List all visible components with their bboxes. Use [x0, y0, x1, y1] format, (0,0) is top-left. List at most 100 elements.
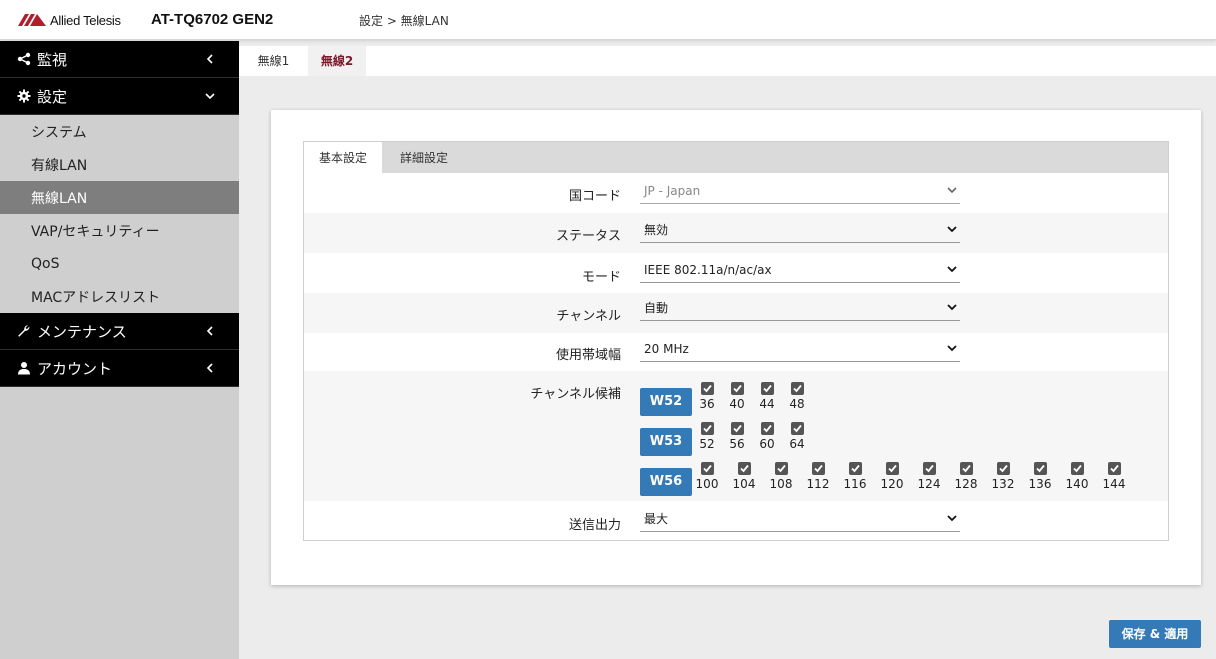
- form-row-country: 国コード JP - Japan: [304, 173, 1168, 213]
- band-w56-button[interactable]: W56: [640, 468, 692, 496]
- settings-form-container: 基本設定 詳細設定 国コード JP - Japan ステータス 無効 モード I…: [303, 141, 1169, 541]
- channel-option: 108: [766, 462, 796, 491]
- channel-number: 40: [729, 397, 745, 411]
- check-icon: [776, 464, 786, 473]
- channel-number: 56: [729, 437, 745, 451]
- channel-number: 104: [732, 477, 756, 491]
- channel-checkbox[interactable]: [959, 462, 973, 475]
- channel-checkbox[interactable]: [700, 462, 714, 475]
- sidebar-subitem-mac-list[interactable]: MACアドレスリスト: [0, 280, 239, 313]
- sidebar-item-label: メンテナンス: [37, 322, 127, 341]
- tx-power-select[interactable]: 最大: [640, 508, 960, 532]
- channel-option: 132: [988, 462, 1018, 491]
- channel-checkbox[interactable]: [760, 382, 774, 395]
- sidebar-item-account[interactable]: アカウント: [0, 350, 239, 387]
- channel-checkbox[interactable]: [922, 462, 936, 475]
- chevron-down-icon: [204, 90, 216, 102]
- channel-checkbox[interactable]: [737, 462, 751, 475]
- user-icon: [16, 360, 32, 376]
- check-icon: [1035, 464, 1045, 473]
- channel-checkbox[interactable]: [848, 462, 862, 475]
- chevron-down-icon: [947, 345, 957, 352]
- sidebar-item-label: 監視: [37, 50, 68, 69]
- check-icon: [702, 424, 712, 433]
- channel-number: 100: [695, 477, 719, 491]
- check-icon: [702, 384, 712, 393]
- check-icon: [924, 464, 934, 473]
- channel-number: 132: [991, 477, 1015, 491]
- channel-checkbox[interactable]: [700, 422, 714, 435]
- channel-checkbox[interactable]: [790, 382, 804, 395]
- tab-advanced-settings[interactable]: 詳細設定: [382, 142, 466, 173]
- band-w53-button[interactable]: W53: [640, 428, 692, 456]
- channel-checkbox[interactable]: [730, 382, 744, 395]
- tab-radio2[interactable]: 無線2: [308, 46, 366, 76]
- channel-option: 40: [722, 382, 752, 411]
- channel-number: 48: [789, 397, 805, 411]
- check-icon: [739, 464, 749, 473]
- channel-option: 144: [1099, 462, 1129, 491]
- check-icon: [1109, 464, 1119, 473]
- channel-number: 108: [769, 477, 793, 491]
- channel-option: 64: [782, 422, 812, 451]
- channel-checkbox[interactable]: [700, 382, 714, 395]
- channel-checkbox[interactable]: [790, 422, 804, 435]
- chevron-left-icon: [204, 325, 216, 337]
- save-apply-button[interactable]: 保存 & 適用: [1109, 620, 1201, 648]
- bandwidth-select[interactable]: 20 MHz: [640, 338, 960, 362]
- sidebar-subitem-vap-security[interactable]: VAP/セキュリティー: [0, 214, 239, 247]
- sidebar-item-monitor[interactable]: 監視: [0, 41, 239, 78]
- radio-tab-bar: 無線1 無線2: [239, 46, 1216, 76]
- channel-number: 124: [917, 477, 941, 491]
- sidebar-subitem-system[interactable]: システム: [0, 115, 239, 148]
- channel-option: 44: [752, 382, 782, 411]
- channel-candidates-label: チャンネル候補: [530, 387, 621, 402]
- bandwidth-label: 使用帯域幅: [555, 348, 621, 363]
- chevron-left-icon: [204, 53, 216, 65]
- mode-value: IEEE 802.11a/n/ac/ax: [644, 263, 772, 277]
- form-row-tx-power: 送信出力 最大: [304, 501, 1168, 540]
- form-row-channel: チャンネル 自動: [304, 293, 1168, 333]
- channel-option: 136: [1025, 462, 1055, 491]
- sidebar-item-settings[interactable]: 設定: [0, 78, 239, 115]
- channel-checkbox[interactable]: [774, 462, 788, 475]
- channel-checkbox[interactable]: [1070, 462, 1084, 475]
- channel-checkbox[interactable]: [1033, 462, 1047, 475]
- channel-checkbox[interactable]: [996, 462, 1010, 475]
- mode-select[interactable]: IEEE 802.11a/n/ac/ax: [640, 259, 960, 283]
- header-bar: Allied Telesis AT-TQ6702 GEN2 設定 > 無線LAN: [0, 0, 1216, 40]
- channel-select[interactable]: 自動: [640, 297, 960, 321]
- channel-checkbox[interactable]: [1107, 462, 1121, 475]
- channel-option: 120: [877, 462, 907, 491]
- band-w52-button[interactable]: W52: [640, 388, 692, 416]
- channel-checkbox[interactable]: [730, 422, 744, 435]
- chevron-down-icon: [947, 515, 957, 522]
- channel-checkbox[interactable]: [885, 462, 899, 475]
- channel-number: 120: [880, 477, 904, 491]
- sidebar-subitem-wireless-lan[interactable]: 無線LAN: [0, 181, 239, 214]
- channel-checkbox[interactable]: [760, 422, 774, 435]
- status-label: ステータス: [555, 229, 621, 244]
- tab-radio1[interactable]: 無線1: [239, 46, 308, 76]
- sidebar-item-maintenance[interactable]: メンテナンス: [0, 313, 239, 350]
- check-icon: [850, 464, 860, 473]
- country-label: 国コード: [568, 189, 621, 204]
- sidebar-subitem-wired-lan[interactable]: 有線LAN: [0, 148, 239, 181]
- status-select[interactable]: 無効: [640, 219, 960, 243]
- channel-number: 44: [759, 397, 775, 411]
- form-row-channel-candidates: チャンネル候補 W52 36 40 44 48 W53 52 56 60 64 W56 100 104 1…: [304, 371, 1168, 501]
- tx-power-value: 最大: [644, 512, 669, 526]
- form-row-status: ステータス 無効: [304, 213, 1168, 253]
- check-icon: [732, 424, 742, 433]
- breadcrumb: 設定 > 無線LAN: [359, 14, 449, 28]
- sidebar-subitem-qos[interactable]: QoS: [0, 247, 239, 280]
- channel-option: 60: [752, 422, 782, 451]
- tab-basic-settings[interactable]: 基本設定: [304, 142, 382, 173]
- tx-power-label: 送信出力: [568, 518, 621, 533]
- channel-number: 60: [759, 437, 775, 451]
- channel-number: 144: [1102, 477, 1126, 491]
- channel-label: チャンネル: [556, 309, 621, 324]
- check-icon: [762, 384, 772, 393]
- channel-checkbox[interactable]: [811, 462, 825, 475]
- channel-option: 128: [951, 462, 981, 491]
